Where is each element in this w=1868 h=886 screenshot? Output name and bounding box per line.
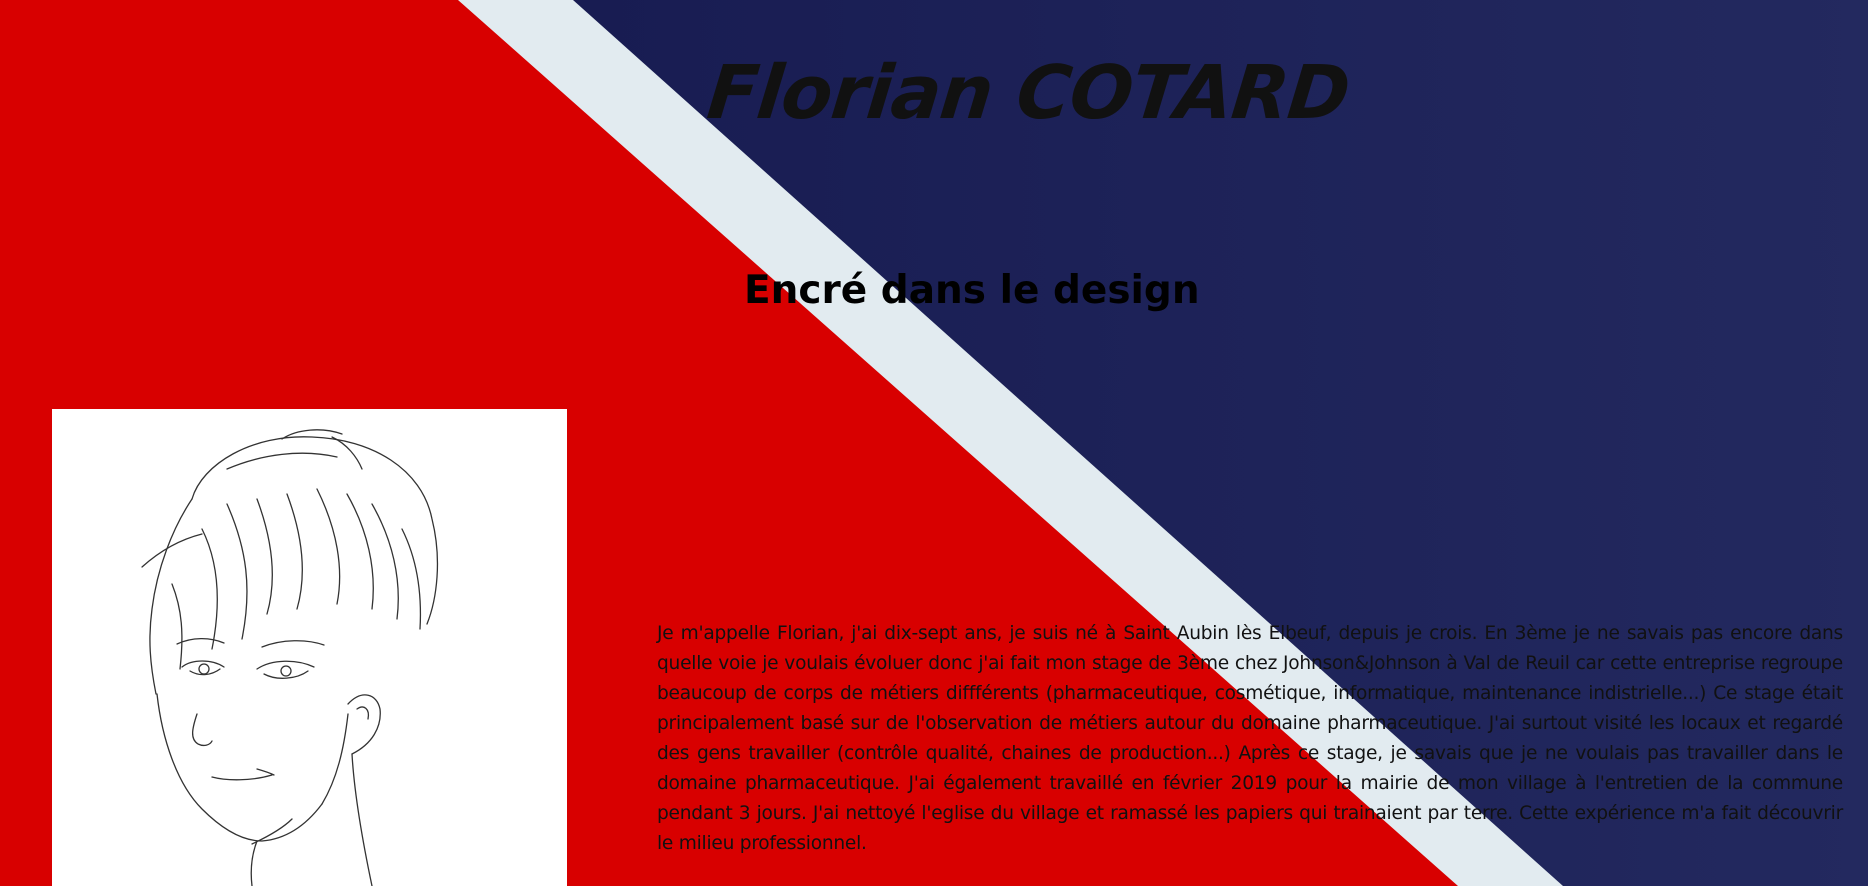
tagline: Encré dans le design <box>744 268 1200 313</box>
site-title: Florian COTARD <box>703 50 1354 136</box>
portrait-sketch <box>141 429 439 886</box>
bio-paragraph: Je m'appelle Florian, j'ai dix-sept ans,… <box>657 623 1843 854</box>
portrait-image <box>52 409 567 886</box>
